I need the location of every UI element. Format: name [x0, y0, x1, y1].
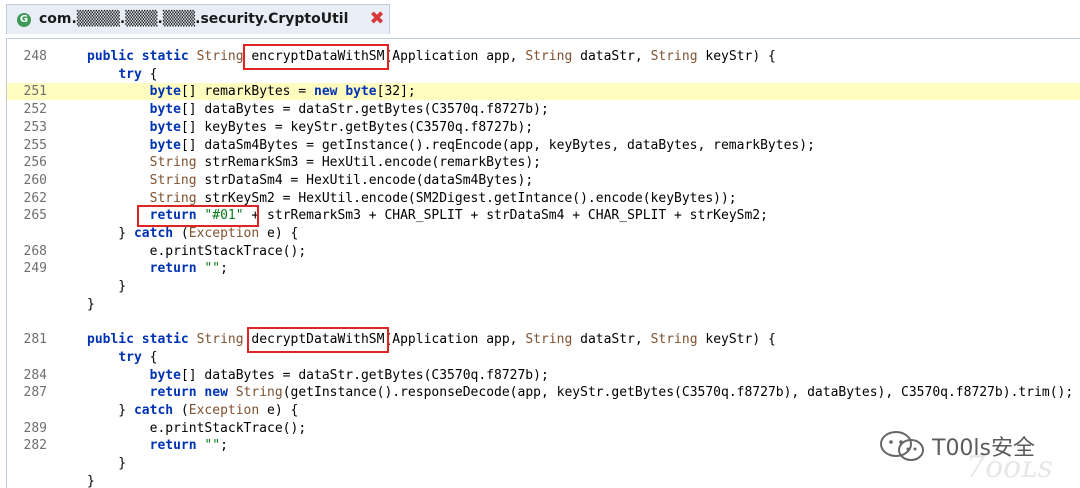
line-number: 249	[23, 261, 47, 277]
code-text: byte[] dataBytes = dataStr.getBytes(C357…	[149, 367, 549, 383]
code-text: try {	[118, 66, 158, 82]
code-line[interactable]: try {	[7, 66, 1080, 83]
code-line[interactable]: }	[7, 278, 1080, 295]
code-text: }	[87, 456, 127, 472]
java-class-icon: G	[17, 13, 31, 27]
wechat-logo-icon	[880, 431, 924, 461]
code-text: return "";	[149, 261, 228, 277]
tab-cryptoutil[interactable]: G com.▒▒▒▒.▒▒▒.▒▒▒.security.CryptoUtil ✖	[6, 4, 390, 34]
code-line[interactable]: } catch (Exception e) {	[7, 402, 1080, 419]
line-number: 268	[23, 243, 47, 259]
code-line[interactable]: 260 String strDataSm4 = HexUtil.encode(d…	[7, 172, 1080, 189]
line-number: 248	[23, 49, 47, 64]
code-line[interactable]: } catch (Exception e) {	[7, 225, 1080, 242]
code-text: }	[87, 473, 95, 488]
code-line[interactable]: 248 public static String encryptDataWithS…	[7, 48, 1080, 65]
code-line[interactable]: 281 public static String decryptDataWithS…	[7, 331, 1080, 348]
line-number: 255	[23, 137, 47, 153]
code-text: }	[87, 279, 127, 295]
line-number: 260	[23, 172, 47, 188]
code-line[interactable]	[7, 314, 1080, 331]
code-text: byte[] dataBytes = dataStr.getBytes(C357…	[149, 102, 549, 118]
line-number: 287	[23, 385, 47, 401]
code-line[interactable]: 284 byte[] dataBytes = dataStr.getBytes(…	[7, 367, 1080, 384]
tab-title: com.▒▒▒▒.▒▒▒.▒▒▒.security.CryptoUtil	[39, 11, 349, 27]
watermark: 7ooʟs T00ls安全	[876, 428, 1076, 485]
code-text: }	[87, 296, 95, 312]
code-line[interactable]: 253 byte[] keyBytes = keyStr.getBytes(C3…	[7, 119, 1080, 136]
code-text: return "";	[149, 438, 228, 454]
line-number: 251	[23, 84, 47, 100]
code-line[interactable]: 249 return "";	[7, 260, 1080, 277]
code-line[interactable]: 287 return new String(getInstance().resp…	[7, 384, 1080, 401]
line-number: 281	[23, 332, 47, 348]
watermark-text: T00ls安全	[932, 436, 1036, 461]
code-line[interactable]: 256 String strRemarkSm3 = HexUtil.encode…	[7, 154, 1080, 171]
line-number: 256	[23, 155, 47, 171]
code-text: e.printStackTrace();	[87, 420, 307, 436]
code-text: String strRemarkSm3 = HexUtil.encode(rem…	[149, 155, 541, 171]
code-line[interactable]: try {	[7, 349, 1080, 366]
close-icon[interactable]: ✖	[367, 8, 387, 30]
code-text: byte[] keyBytes = keyStr.getBytes(C3570q…	[149, 119, 534, 135]
line-number: 252	[23, 102, 47, 118]
code-text: } catch (Exception e) {	[87, 403, 299, 418]
line-number: 282	[23, 438, 47, 454]
code-editor[interactable]: 248 public static String encryptDataWithS…	[6, 38, 1080, 488]
code-text: byte[] dataSm4Bytes = getInstance().reqE…	[149, 137, 815, 153]
line-number: 262	[23, 190, 47, 206]
annotation-box-encrypt	[243, 44, 389, 70]
code-line[interactable]: 255 byte[] dataSm4Bytes = getInstance().…	[7, 137, 1080, 154]
line-number: 265	[23, 208, 47, 224]
annotation-box-return	[137, 205, 259, 227]
annotation-box-decrypt	[247, 327, 389, 353]
code-line[interactable]: 268 e.printStackTrace();	[7, 243, 1080, 260]
code-text: e.printStackTrace();	[87, 243, 307, 259]
code-text: byte[] remarkBytes = new byte[32];	[149, 84, 416, 100]
code-text: try {	[118, 349, 158, 365]
code-line[interactable]: 251 byte[] remarkBytes = new byte[32];	[7, 83, 1080, 101]
code-line[interactable]: }	[7, 296, 1080, 313]
code-line[interactable]: 252 byte[] dataBytes = dataStr.getBytes(…	[7, 101, 1080, 118]
code-text: return new String(getInstance().response…	[149, 385, 1074, 401]
code-text: } catch (Exception e) {	[87, 226, 299, 241]
line-number: 284	[23, 367, 47, 383]
line-number: 289	[23, 420, 47, 436]
line-number: 253	[23, 119, 47, 135]
editor-tab-bar: G com.▒▒▒▒.▒▒▒.▒▒▒.security.CryptoUtil ✖	[0, 0, 1080, 38]
code-text: String strDataSm4 = HexUtil.encode(dataS…	[149, 172, 534, 188]
code-text: public static String encryptDataWithSM(A…	[87, 49, 776, 64]
code-text: public static String decryptDataWithSM(A…	[87, 332, 776, 348]
